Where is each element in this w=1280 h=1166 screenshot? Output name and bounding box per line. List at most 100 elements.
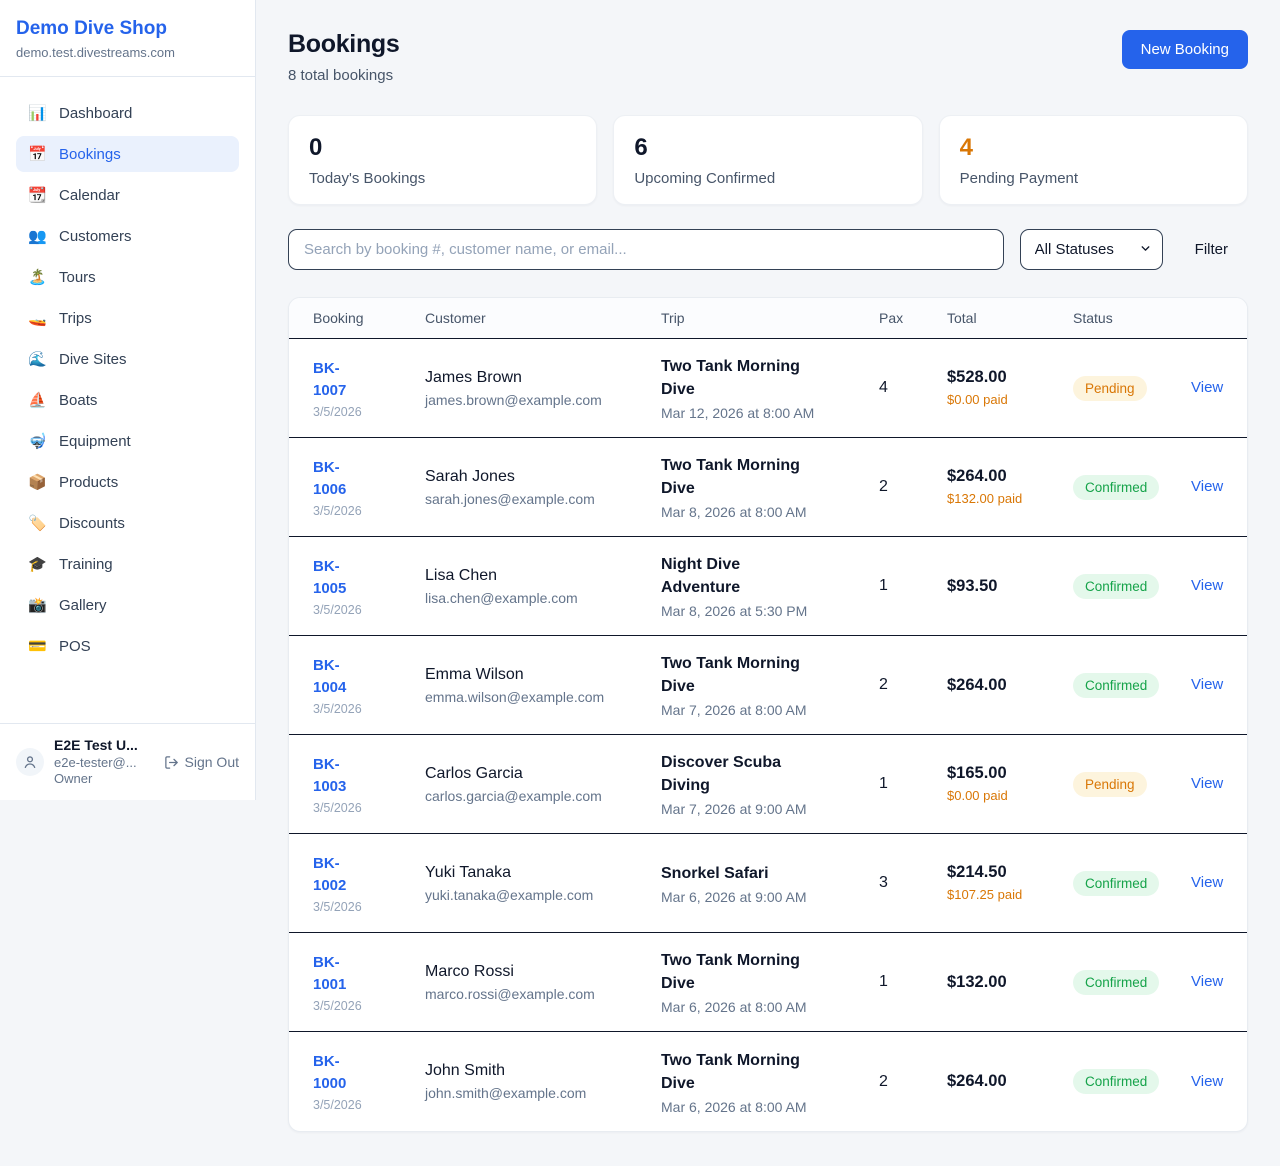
customer-name: Carlos Garcia [425,765,651,783]
view-link[interactable]: View [1191,973,1223,990]
customer-email: james.brown@example.com [425,392,651,408]
sidebar-item-label: Dive Sites [59,351,127,368]
sidebar-item-label: Discounts [59,515,125,532]
status-badge: Pending [1073,376,1147,401]
total-amount: $264.00 [947,676,1063,695]
customer-email: yuki.tanaka@example.com [425,887,651,903]
sidebar-item-tours[interactable]: 🏝️ Tours [16,259,239,295]
new-booking-button[interactable]: New Booking [1122,30,1248,69]
booking-date: 3/5/2026 [313,1098,415,1112]
status-badge: Confirmed [1073,1069,1159,1094]
table-row: BK-1005 3/5/2026 Lisa Chen lisa.chen@exa… [289,537,1247,636]
trip-name: Two Tank Morning Dive [661,1049,819,1095]
view-link[interactable]: View [1191,577,1223,594]
booking-date: 3/5/2026 [313,999,415,1013]
tear-off-calendar-icon: 📆 [28,186,46,204]
trip-datetime: Mar 8, 2026 at 8:00 AM [661,504,869,520]
sidebar-item-trips[interactable]: 🚤 Trips [16,300,239,336]
sidebar-item-label: Dashboard [59,105,132,122]
sidebar-item-training[interactable]: 🎓 Training [16,546,239,582]
view-link[interactable]: View [1191,676,1223,693]
view-link[interactable]: View [1191,775,1223,792]
total-bookings-count: 8 total bookings [288,67,400,84]
pax-count: 1 [879,577,947,595]
booking-id-link[interactable]: BK-1003 [313,754,371,798]
shop-name: Demo Dive Shop [16,18,239,40]
customer-name: Sarah Jones [425,468,651,486]
diving-mask-icon: 🤿 [28,432,46,450]
sidebar-item-equipment[interactable]: 🤿 Equipment [16,423,239,459]
column-header-booking: Booking [313,310,425,326]
booking-id-link[interactable]: BK-1001 [313,952,371,996]
sidebar-item-label: Trips [59,310,92,327]
stat-label: Upcoming Confirmed [634,170,901,187]
sidebar-item-label: Products [59,474,118,491]
stats-row: 0 Today's Bookings 6 Upcoming Confirmed … [288,115,1248,205]
customer-email: marco.rossi@example.com [425,986,651,1002]
pax-count: 4 [879,379,947,397]
user-name: E2E Test U... [54,737,138,755]
wave-icon: 🌊 [28,350,46,368]
view-link[interactable]: View [1191,478,1223,495]
sign-out-button[interactable]: Sign Out [164,754,239,770]
table-row: BK-1006 3/5/2026 Sarah Jones sarah.jones… [289,438,1247,537]
booking-id-link[interactable]: BK-1006 [313,457,371,501]
page-header: Bookings 8 total bookings New Booking [288,30,1248,84]
customer-name: James Brown [425,369,651,387]
customer-name: Lisa Chen [425,567,651,585]
user-meta: E2E Test U... e2e-tester@... Owner [54,737,138,787]
stat-label: Pending Payment [960,170,1227,187]
view-link[interactable]: View [1191,1073,1223,1090]
sidebar-item-boats[interactable]: ⛵ Boats [16,382,239,418]
sidebar-item-dashboard[interactable]: 📊 Dashboard [16,95,239,131]
booking-id-link[interactable]: BK-1005 [313,556,371,600]
sidebar-item-label: Customers [59,228,132,245]
customer-name: Yuki Tanaka [425,864,651,882]
table-body: BK-1007 3/5/2026 James Brown james.brown… [289,339,1247,1131]
stat-card: 4 Pending Payment [939,115,1248,205]
shop-subdomain: demo.test.divestreams.com [16,45,239,60]
customer-name: John Smith [425,1062,651,1080]
column-header-trip: Trip [661,310,879,326]
trip-name: Two Tank Morning Dive [661,355,819,401]
customer-email: lisa.chen@example.com [425,590,651,606]
trip-datetime: Mar 7, 2026 at 9:00 AM [661,801,869,817]
table-row: BK-1001 3/5/2026 Marco Rossi marco.rossi… [289,933,1247,1032]
speedboat-icon: 🚤 [28,309,46,327]
stat-label: Today's Bookings [309,170,576,187]
total-amount: $264.00 [947,467,1063,486]
sidebar-item-discounts[interactable]: 🏷️ Discounts [16,505,239,541]
customer-email: carlos.garcia@example.com [425,788,651,804]
sidebar-item-gallery[interactable]: 📸 Gallery [16,587,239,623]
trip-name: Two Tank Morning Dive [661,454,819,500]
column-header-total: Total [947,310,1073,326]
sidebar-item-products[interactable]: 📦 Products [16,464,239,500]
booking-id-link[interactable]: BK-1004 [313,655,371,699]
sidebar-item-calendar[interactable]: 📆 Calendar [16,177,239,213]
sidebar-item-bookings[interactable]: 📅 Bookings [16,136,239,172]
booking-id-link[interactable]: BK-1000 [313,1051,371,1095]
trip-name: Two Tank Morning Dive [661,652,819,698]
booking-id-link[interactable]: BK-1002 [313,853,371,897]
stat-card: 0 Today's Bookings [288,115,597,205]
search-input[interactable] [288,229,1004,270]
trip-name: Two Tank Morning Dive [661,949,819,995]
booking-id-link[interactable]: BK-1007 [313,358,371,402]
graduation-cap-icon: 🎓 [28,555,46,573]
view-link[interactable]: View [1191,379,1223,396]
status-badge: Pending [1073,772,1147,797]
trip-datetime: Mar 6, 2026 at 8:00 AM [661,1099,869,1115]
view-link[interactable]: View [1191,874,1223,891]
sidebar-item-customers[interactable]: 👥 Customers [16,218,239,254]
status-filter-select[interactable]: All Statuses [1020,229,1163,270]
sidebar-item-label: Gallery [59,597,107,614]
bar-chart-icon: 📊 [28,104,46,122]
filter-button[interactable]: Filter [1175,241,1248,258]
people-icon: 👥 [28,227,46,245]
sidebar-item-dive-sites[interactable]: 🌊 Dive Sites [16,341,239,377]
sailboat-icon: ⛵ [28,391,46,409]
table-header: Booking Customer Trip Pax Total Status [289,298,1247,339]
sidebar-item-pos[interactable]: 💳 POS [16,628,239,664]
paid-amount: $107.25 paid [947,886,1025,903]
page-title: Bookings [288,30,400,59]
